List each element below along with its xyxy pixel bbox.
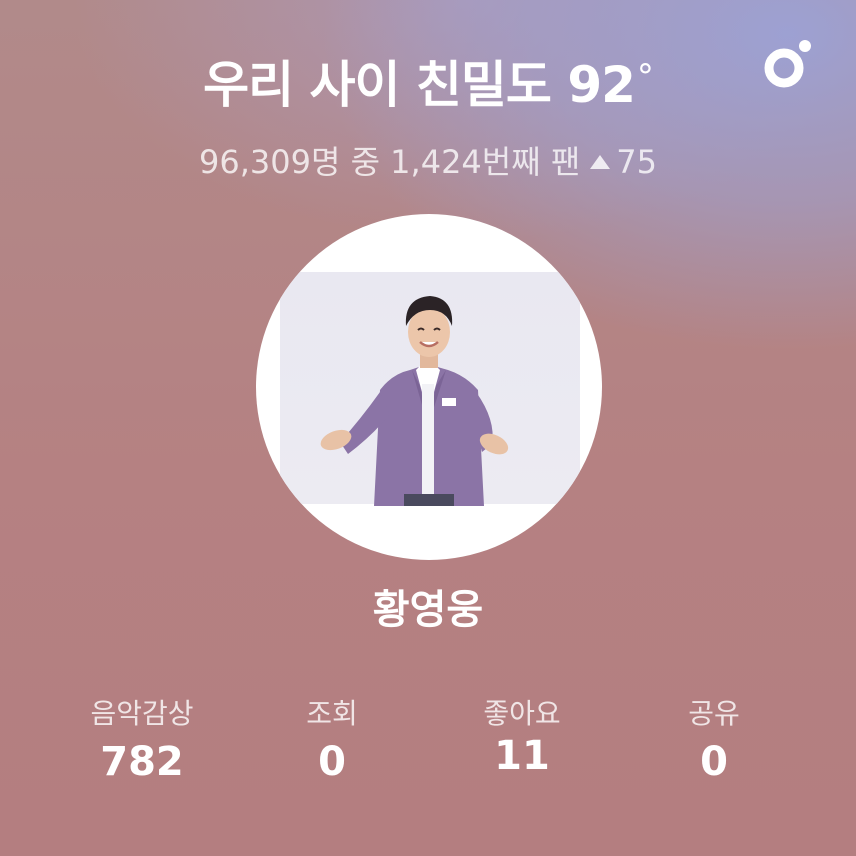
stat-label: 음악감상: [90, 697, 194, 730]
stat-likes: 좋아요 11: [432, 694, 612, 790]
fan-rank-text: 96,309명 중 1,424번째 팬: [198, 143, 581, 181]
stat-value: 782: [100, 739, 184, 785]
stats-row: 음악감상 782 조회 0 좋아요 11 공유 0: [0, 694, 856, 804]
artist-photo: [320, 296, 509, 506]
intimacy-card: 우리 사이 친밀도 92° 96,309명 중 1,424번째 팬 75 황영웅…: [0, 0, 856, 856]
intimacy-title-text: 우리 사이 친밀도 92: [203, 56, 636, 114]
stat-listening: 음악감상 782: [52, 694, 232, 790]
degree-symbol: °: [636, 57, 654, 97]
fan-rank: 96,309명 중 1,424번째 팬 75: [0, 140, 856, 184]
triangle-up-icon: [590, 155, 611, 169]
artist-name[interactable]: 황영웅: [0, 582, 856, 638]
stat-value: 0: [700, 739, 728, 785]
stat-shares: 공유 0: [624, 694, 804, 790]
stat-label: 조회: [306, 697, 358, 730]
rank-change-value: 75: [616, 143, 657, 181]
stat-label: 공유: [688, 697, 740, 730]
stat-value: 0: [318, 739, 346, 785]
stat-views: 조회 0: [242, 694, 422, 790]
intimacy-title: 우리 사이 친밀도 92°: [0, 50, 856, 120]
stat-value: 11: [494, 733, 550, 779]
artist-avatar[interactable]: [256, 214, 602, 560]
